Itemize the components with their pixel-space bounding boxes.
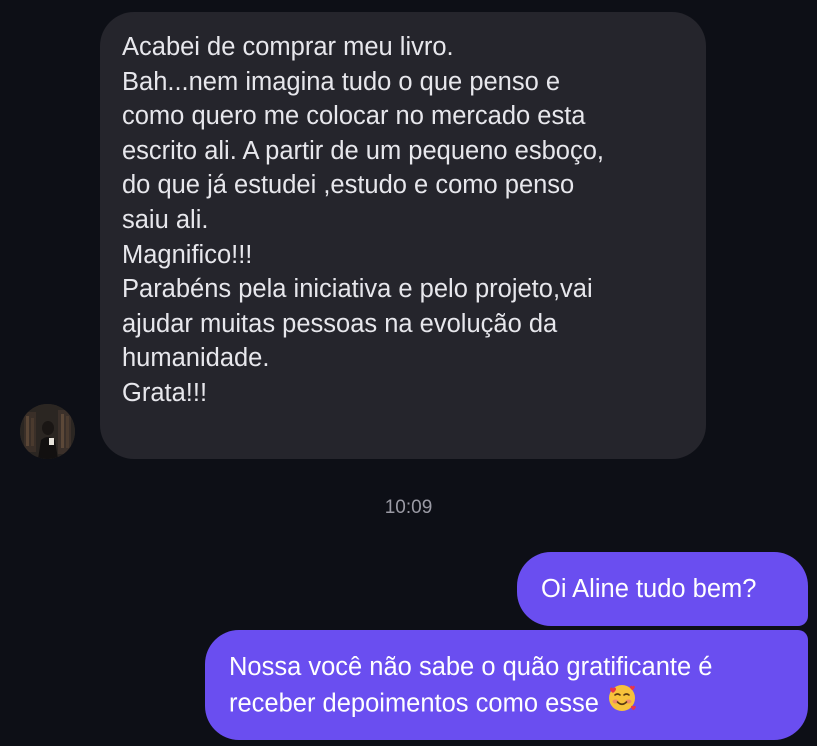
- message-line: escrito ali. A partir de um pequeno esbo…: [122, 136, 604, 165]
- message-line: ajudar muitas pessoas na evolução da: [122, 309, 558, 338]
- message-line: Nossa você não sabe o quão gratificante …: [229, 653, 713, 681]
- smiling-face-with-hearts-icon: [607, 683, 637, 723]
- outgoing-message-bubble[interactable]: Oi Aline tudo bem?: [517, 552, 808, 626]
- message-line-with-emoji: receber depoimentos como esse: [229, 685, 784, 725]
- incoming-message-bubble[interactable]: Acabei de comprar meu livro. Bah...nem i…: [100, 12, 706, 459]
- outgoing-message-bubble[interactable]: Nossa você não sabe o quão gratificante …: [205, 630, 808, 740]
- message-line: do que já estudei ,estudo e como penso: [122, 171, 575, 200]
- message-line: Parabéns pela iniciativa e pelo projeto,…: [122, 275, 593, 304]
- incoming-message-row: Acabei de comprar meu livro. Bah...nem i…: [0, 0, 817, 470]
- profile-photo-icon: [20, 404, 75, 459]
- message-timestamp: 10:09: [384, 497, 433, 518]
- message-line: como quero me colocar no mercado esta: [122, 102, 586, 131]
- message-line: Oi Aline tudo bem?: [541, 575, 757, 603]
- message-line: Acabei de comprar meu livro.: [122, 33, 454, 61]
- avatar[interactable]: [20, 404, 75, 459]
- message-line: Magnifico!!!: [122, 240, 253, 269]
- message-text: receber depoimentos como esse: [229, 689, 599, 718]
- message-line: humanidade.: [122, 344, 270, 373]
- message-line: saiu ali.: [122, 205, 209, 234]
- message-line: Grata!!!: [122, 378, 208, 407]
- message-line: Bah...nem imagina tudo o que penso e: [122, 67, 561, 96]
